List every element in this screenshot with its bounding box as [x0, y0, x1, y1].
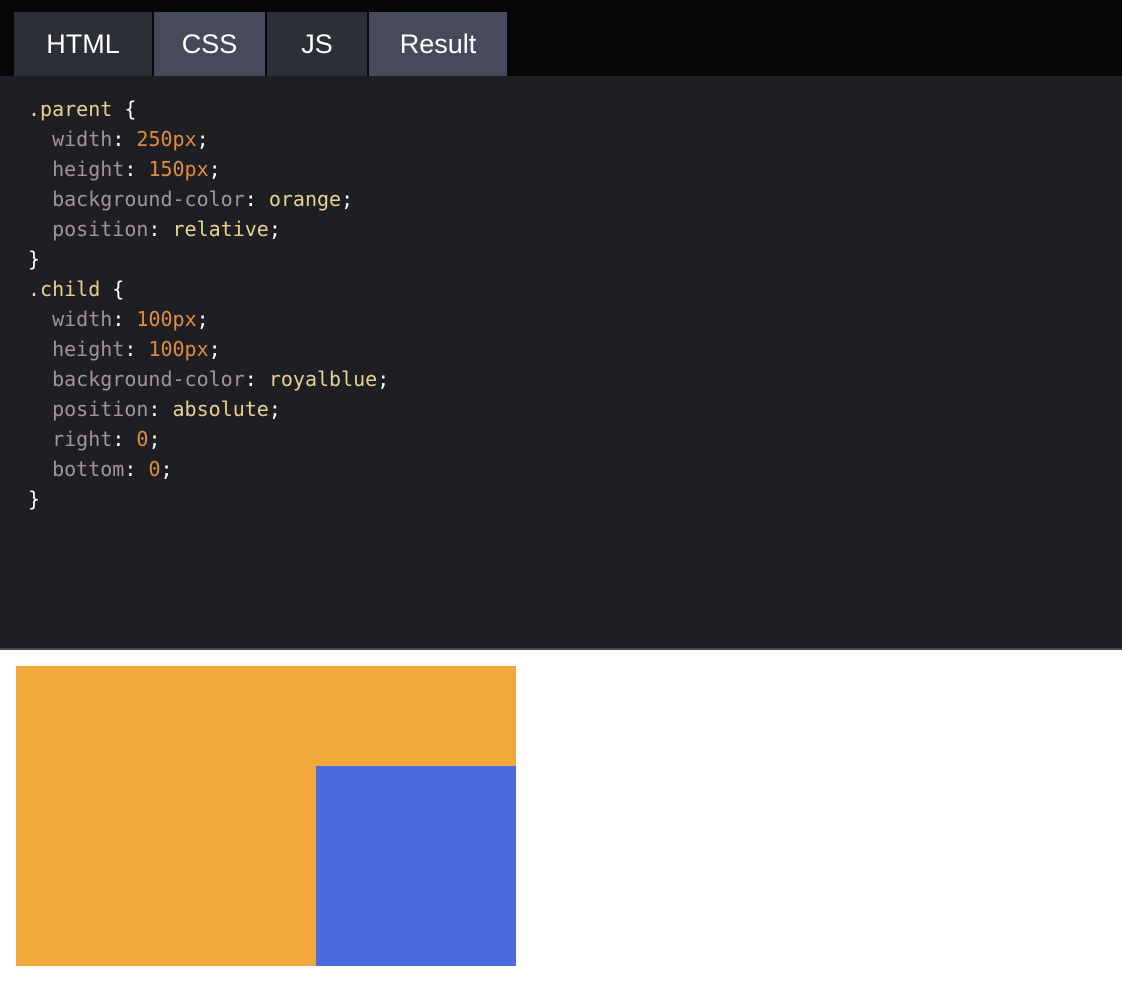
code-property: height — [52, 157, 125, 181]
code-brace: } — [28, 247, 41, 271]
code-property: background-color — [52, 187, 245, 211]
code-line: position: relative; — [52, 217, 281, 241]
code-property: height — [52, 337, 125, 361]
code-value: 250px — [136, 127, 197, 151]
code-value: 0 — [136, 427, 149, 451]
code-value: absolute — [172, 397, 269, 421]
code-line: .child { — [28, 274, 389, 304]
code-value: orange — [268, 187, 342, 211]
code-property: position — [52, 217, 149, 241]
code-line: } — [28, 244, 389, 274]
result-preview — [0, 650, 1122, 992]
code-brace: } — [28, 487, 41, 511]
tab-js[interactable]: JS — [267, 12, 367, 76]
code-line: position: absolute; — [52, 397, 281, 421]
tab-result[interactable]: Result — [369, 12, 507, 76]
code-value: relative — [172, 217, 269, 241]
code-selector: .parent — [28, 97, 113, 121]
code-selector: .child — [28, 277, 101, 301]
child-box — [316, 766, 516, 966]
parent-box — [16, 666, 516, 966]
code-line: background-color: royalblue; — [52, 367, 390, 391]
css-code: .parent { width: 250px; height: 150px; b… — [28, 94, 389, 514]
code-line: height: 150px; — [52, 157, 221, 181]
code-value: royalblue — [268, 367, 378, 391]
code-property: background-color — [52, 367, 245, 391]
tab-bar: HTML CSS JS Result — [0, 0, 1122, 76]
code-line: } — [28, 484, 389, 514]
code-property: bottom — [52, 457, 125, 481]
code-brace: { — [100, 277, 125, 301]
tab-html[interactable]: HTML — [14, 12, 152, 76]
code-editor[interactable]: .parent { width: 250px; height: 150px; b… — [0, 76, 1122, 650]
code-line: right: 0; — [52, 427, 161, 451]
code-line: width: 250px; — [52, 127, 209, 151]
code-value: 100px — [148, 337, 209, 361]
code-value: 100px — [136, 307, 197, 331]
code-property: width — [52, 127, 113, 151]
code-line: height: 100px; — [52, 337, 221, 361]
code-property: position — [52, 397, 149, 421]
code-brace: { — [112, 97, 137, 121]
code-line: background-color: orange; — [52, 187, 354, 211]
code-line: bottom: 0; — [52, 457, 173, 481]
code-value: 0 — [148, 457, 161, 481]
code-value: 150px — [148, 157, 209, 181]
code-line: width: 100px; — [52, 307, 209, 331]
code-property: right — [52, 427, 113, 451]
code-line: .parent { — [28, 94, 389, 124]
tab-css[interactable]: CSS — [154, 12, 265, 76]
code-property: width — [52, 307, 113, 331]
